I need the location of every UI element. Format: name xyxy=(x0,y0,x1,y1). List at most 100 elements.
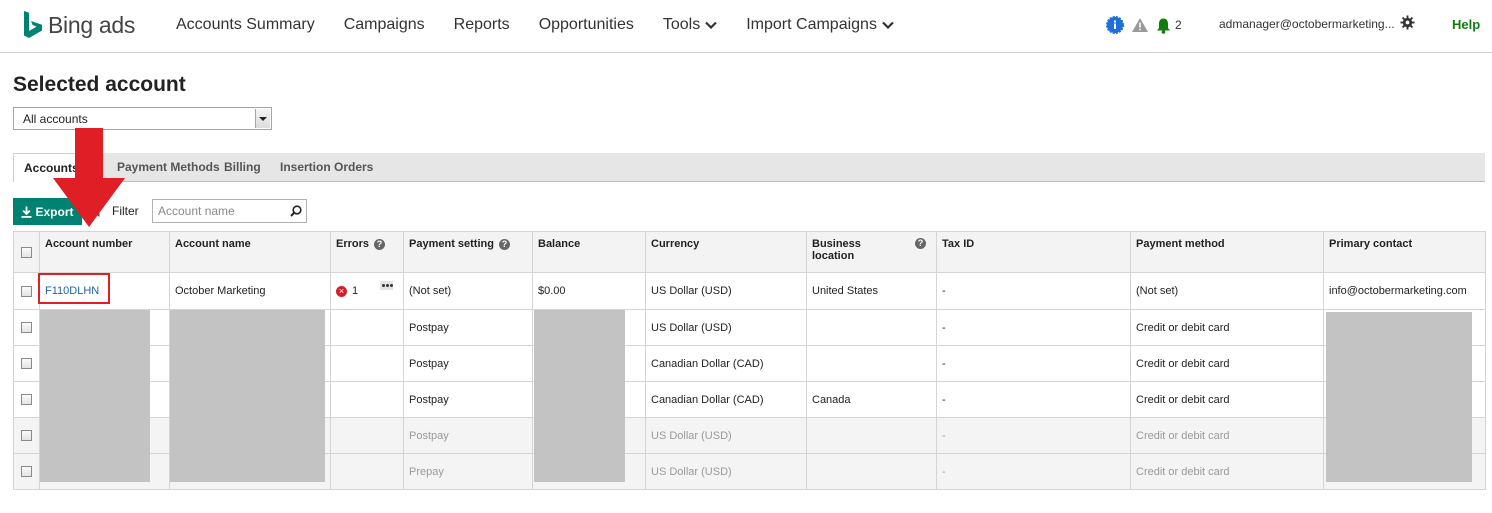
notification-icons: 2 xyxy=(1106,14,1182,36)
account-select-value: All accounts xyxy=(23,112,88,126)
errors-cell xyxy=(330,345,404,382)
nav-campaigns[interactable]: Campaigns xyxy=(344,16,425,34)
errors-cell xyxy=(330,417,404,454)
account-tabs: Accounts Payment Methods Billing Inserti… xyxy=(13,153,1485,182)
account-name-search-input[interactable] xyxy=(153,200,288,222)
help-icon[interactable]: ? xyxy=(374,238,386,250)
annotation-highlight-box xyxy=(38,273,110,304)
info-badge-icon[interactable] xyxy=(1106,16,1124,34)
nav-import-campaigns[interactable]: Import Campaigns xyxy=(746,16,894,34)
row-checkbox[interactable] xyxy=(21,322,32,334)
col-tax-id[interactable]: Tax ID xyxy=(936,231,1131,273)
business-location-cell xyxy=(806,345,937,382)
annotation-arrow-icon xyxy=(53,128,125,227)
col-currency[interactable]: Currency xyxy=(645,231,807,273)
column-label: Business location xyxy=(812,238,861,262)
tax-id-cell: - xyxy=(936,345,1131,382)
help-icon[interactable]: ? xyxy=(915,238,926,249)
redacted-account-numbers xyxy=(40,310,150,482)
row-select-cell xyxy=(13,417,40,454)
column-label: Account number xyxy=(45,238,133,250)
nav-label: Opportunities xyxy=(538,16,634,33)
tab-payment-methods[interactable]: Payment Methods xyxy=(117,160,220,174)
currency-cell: Canadian Dollar (CAD) xyxy=(645,381,807,418)
dropdown-arrow-icon[interactable] xyxy=(255,109,270,128)
chevron-down-icon xyxy=(705,21,717,29)
payment-method-cell: Credit or debit card xyxy=(1130,345,1324,382)
select-all-checkbox[interactable] xyxy=(21,246,32,258)
payment-method-cell: Credit or debit card xyxy=(1130,381,1324,418)
error-icon[interactable]: × xyxy=(336,285,347,297)
payment-method-cell: (Not set) xyxy=(1130,272,1324,310)
col-errors[interactable]: Errors? xyxy=(330,231,404,273)
account-select[interactable]: All accounts xyxy=(13,107,272,130)
row-checkbox[interactable] xyxy=(21,430,32,442)
row-actions-ellipsis-icon[interactable] xyxy=(380,281,393,290)
nav-reports[interactable]: Reports xyxy=(454,16,510,34)
nav-accounts-summary[interactable]: Accounts Summary xyxy=(176,16,315,34)
tab-billing[interactable]: Billing xyxy=(224,160,261,174)
bing-ads-logo[interactable]: Bing ads xyxy=(22,10,135,40)
column-label: Payment method xyxy=(1136,238,1225,250)
row-checkbox[interactable] xyxy=(21,466,32,478)
download-icon xyxy=(21,206,32,218)
row-checkbox[interactable] xyxy=(21,285,32,297)
errors-cell xyxy=(330,453,404,490)
payment-setting-cell: (Not set) xyxy=(403,272,533,310)
currency-cell: US Dollar (USD) xyxy=(645,453,807,490)
account-name-cell: October Marketing xyxy=(169,272,331,310)
row-checkbox[interactable] xyxy=(21,394,32,406)
currency-cell: Canadian Dollar (CAD) xyxy=(645,345,807,382)
col-account-number[interactable]: Account number xyxy=(39,231,170,273)
user-account-menu[interactable]: admanager@octobermarketing... xyxy=(1219,17,1395,31)
nav-opportunities[interactable]: Opportunities xyxy=(539,16,634,34)
warning-icon[interactable] xyxy=(1131,17,1149,33)
row-select-cell xyxy=(13,453,40,490)
chevron-down-icon xyxy=(882,21,894,29)
tax-id-cell: - xyxy=(936,453,1131,490)
currency-cell: US Dollar (USD) xyxy=(645,309,807,346)
column-label: Payment setting xyxy=(409,238,494,250)
tab-insertion-orders[interactable]: Insertion Orders xyxy=(280,160,373,174)
nav-tools[interactable]: Tools xyxy=(663,16,717,34)
col-account-name[interactable]: Account name xyxy=(169,231,331,273)
col-payment-setting[interactable]: Payment setting? xyxy=(403,231,533,273)
col-balance[interactable]: Balance xyxy=(532,231,646,273)
row-select-cell xyxy=(13,309,40,346)
gear-icon[interactable] xyxy=(1400,15,1415,30)
errors-cell: × 1 xyxy=(330,272,404,310)
help-link[interactable]: Help xyxy=(1452,17,1480,32)
grid-header-row: Account number Account name Errors? Paym… xyxy=(13,231,1486,273)
col-primary-contact[interactable]: Primary contact xyxy=(1323,231,1486,273)
errors-cell xyxy=(330,309,404,346)
balance-cell: $0.00 xyxy=(532,272,646,310)
business-location-cell xyxy=(806,417,937,454)
payment-setting-cell: Postpay xyxy=(403,309,533,346)
row-select-cell xyxy=(13,381,40,418)
row-checkbox[interactable] xyxy=(21,358,32,370)
tax-id-cell: - xyxy=(936,381,1131,418)
help-icon[interactable]: ? xyxy=(498,238,510,250)
bell-icon[interactable] xyxy=(1156,17,1171,34)
nav-label: Accounts Summary xyxy=(176,16,315,33)
nav-label: Import Campaigns xyxy=(746,16,877,33)
column-label: Account name xyxy=(175,238,251,250)
col-business-location[interactable]: Business location? xyxy=(806,231,937,273)
brand-name: Bing ads xyxy=(48,11,136,38)
currency-cell: US Dollar (USD) xyxy=(645,417,807,454)
column-label: Balance xyxy=(538,238,581,250)
bing-logo-icon xyxy=(24,11,42,38)
error-count[interactable]: 1 xyxy=(352,285,358,297)
business-location-cell xyxy=(806,309,937,346)
column-label: Tax ID xyxy=(942,238,975,250)
business-location-cell xyxy=(806,453,937,490)
select-all-cell xyxy=(13,231,40,273)
row-select-cell xyxy=(13,345,40,382)
currency-cell: US Dollar (USD) xyxy=(645,272,807,310)
page-title: Selected account xyxy=(13,73,186,96)
col-payment-method[interactable]: Payment method xyxy=(1130,231,1324,273)
notification-count[interactable]: 2 xyxy=(1175,18,1182,32)
search-icon[interactable] xyxy=(290,205,302,217)
column-label: Currency xyxy=(651,238,700,250)
column-label: Errors xyxy=(336,238,370,250)
